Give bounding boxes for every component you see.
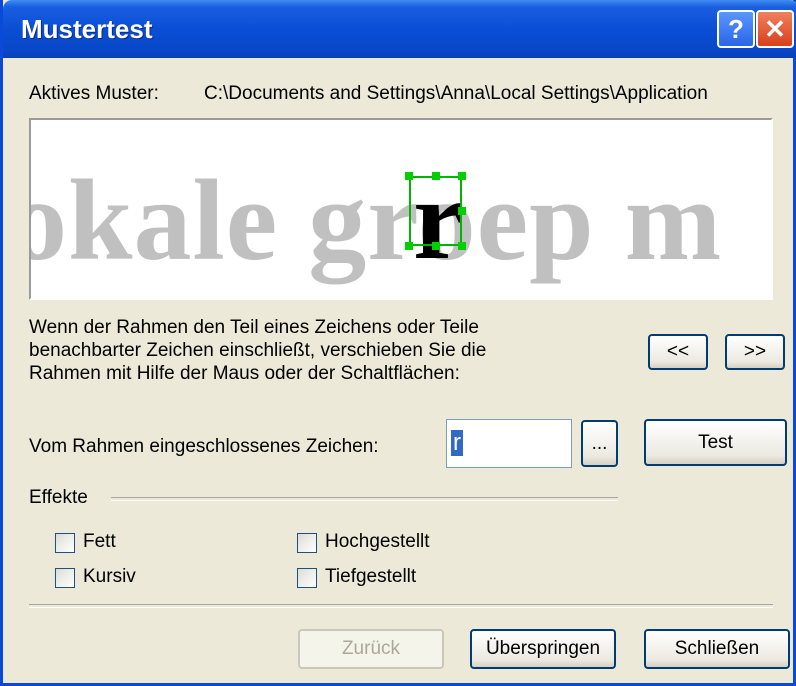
frame-handle[interactable] — [458, 172, 466, 180]
italic-checkbox[interactable] — [55, 568, 75, 588]
close-button[interactable]: Schließen — [644, 629, 790, 669]
sample-text: okale groep m — [29, 157, 723, 285]
window-title: Mustertest — [21, 14, 153, 44]
bold-checkbox[interactable] — [55, 533, 75, 553]
skip-button[interactable]: Überspringen — [470, 629, 616, 669]
frame-handle[interactable] — [432, 242, 440, 250]
help-button[interactable]: ? — [717, 10, 755, 48]
frame-handle[interactable] — [458, 207, 466, 215]
instruction-line: Rahmen mit Hilfe der Maus oder der Schal… — [29, 363, 460, 384]
instruction-text: Wenn der Rahmen den Teil eines Zeichens … — [29, 316, 486, 385]
effects-group-label: Effekte — [29, 487, 88, 508]
superscript-checkbox[interactable] — [297, 533, 317, 553]
subscript-label: Tiefgestellt — [325, 566, 417, 587]
dialog-window: Mustertest ? ✕ Aktives Muster: C:\Docume… — [0, 0, 796, 686]
title-bar[interactable]: Mustertest ? ✕ — [3, 0, 796, 58]
next-frame-button[interactable]: >> — [725, 334, 785, 370]
close-window-button[interactable]: ✕ — [756, 10, 794, 48]
footer-separator — [29, 604, 773, 608]
frame-handle[interactable] — [405, 172, 413, 180]
active-pattern-label: Aktives Muster: — [29, 83, 159, 104]
selection-frame[interactable] — [409, 176, 462, 246]
bold-label: Fett — [83, 531, 116, 552]
group-divider — [111, 497, 618, 501]
test-button[interactable]: Test — [644, 419, 787, 466]
instruction-line: Wenn der Rahmen den Teil eines Zeichens … — [29, 317, 479, 338]
enclosed-char-value: r — [451, 429, 463, 456]
instruction-line: benachbarter Zeichen einschließt, versch… — [29, 340, 487, 361]
frame-handle[interactable] — [432, 172, 440, 180]
enclosed-char-label: Vom Rahmen eingeschlossenes Zeichen: — [29, 436, 379, 457]
browse-button[interactable]: ... — [581, 420, 618, 467]
subscript-checkbox[interactable] — [297, 568, 317, 588]
enclosed-char-input[interactable]: r — [446, 419, 572, 468]
pattern-preview[interactable]: okale groep m r — [29, 118, 773, 300]
frame-handle[interactable] — [405, 242, 413, 250]
back-button[interactable]: Zurück — [298, 629, 444, 669]
italic-label: Kursiv — [83, 566, 136, 587]
frame-handle[interactable] — [458, 242, 466, 250]
active-pattern-path: C:\Documents and Settings\Anna\Local Set… — [204, 83, 708, 104]
previous-frame-button[interactable]: << — [648, 334, 708, 370]
superscript-label: Hochgestellt — [325, 531, 430, 552]
